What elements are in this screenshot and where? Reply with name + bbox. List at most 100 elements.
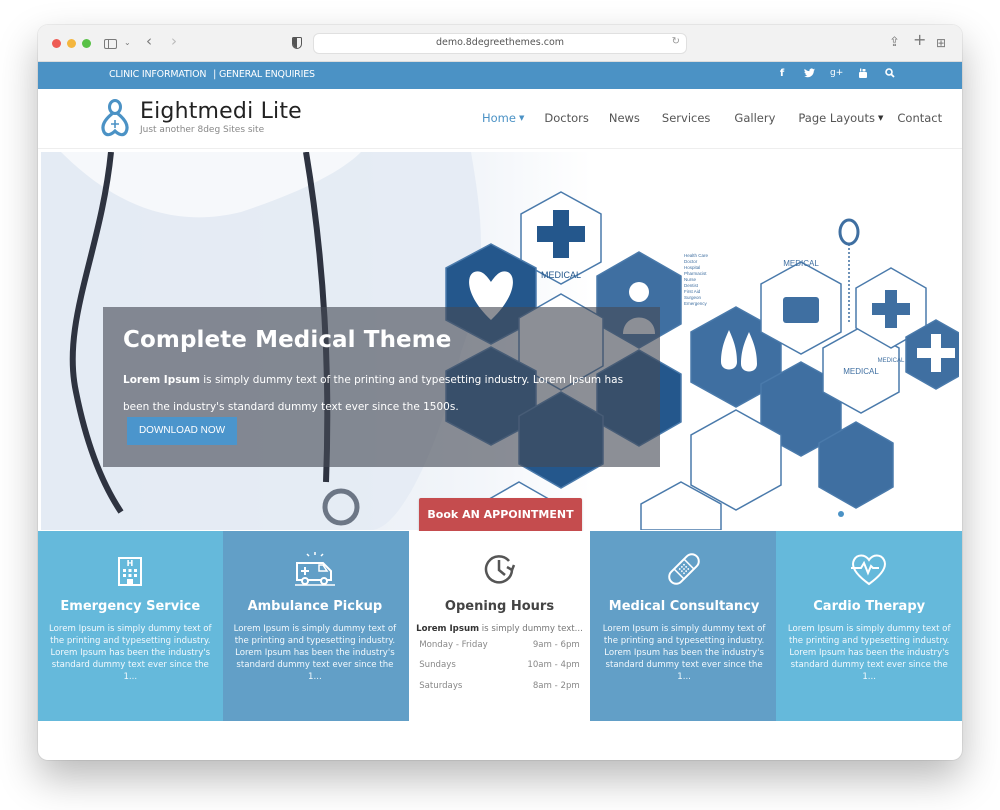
- close-window-button[interactable]: [52, 39, 61, 48]
- sidebar-toggle-icon[interactable]: [104, 39, 117, 49]
- service-text: Lorem Ipsum is simply dummy text of the …: [602, 624, 766, 682]
- hex-word: Nurse: [684, 277, 697, 282]
- site-title[interactable]: Eightmedi Lite: [140, 99, 302, 124]
- top-info-bar: CLINIC INFORMATION | GENERAL ENQUIRIES f…: [38, 62, 962, 89]
- hours-time: 10am - 4pm: [527, 660, 580, 670]
- hex-label: MEDICAL: [541, 270, 581, 280]
- hours-row: Monday - Friday 9am - 6pm: [419, 640, 580, 650]
- logo-icon[interactable]: [100, 98, 130, 138]
- hex-word: Surgeon: [684, 295, 702, 300]
- hero-text: Lorem Ipsum is simply dummy text of the …: [123, 367, 643, 421]
- hero-title: Complete Medical Theme: [123, 327, 452, 353]
- hours-row: Saturdays 8am - 2pm: [419, 681, 580, 691]
- service-title: Medical Consultancy: [608, 599, 760, 614]
- hours-time: 9am - 6pm: [532, 640, 580, 650]
- caret-down-icon: ▼: [518, 114, 525, 122]
- nav-label: Page Layouts: [798, 111, 875, 125]
- service-title: Ambulance Pickup: [247, 599, 383, 614]
- nav-label: News: [608, 111, 640, 125]
- hex-word: First Aid: [684, 289, 701, 294]
- chevron-down-icon[interactable]: ⌄: [124, 34, 131, 52]
- hours-day: Sundays: [419, 660, 456, 670]
- service-title: Cardio Therapy: [813, 599, 926, 614]
- nav-label: Doctors: [544, 111, 589, 125]
- clock-icon: [485, 555, 516, 584]
- hospital-icon: H: [118, 557, 143, 586]
- share-icon[interactable]: ⇪: [889, 34, 900, 52]
- nav-label: Home: [482, 111, 516, 125]
- nav-label: Gallery: [734, 111, 776, 125]
- hours-day: Saturdays: [419, 681, 463, 691]
- service-text: Lorem Ipsum is simply dummy text of the …: [233, 624, 397, 682]
- caret-down-icon: ▼: [877, 114, 884, 122]
- hours-intro-rest: is simply dummy text...: [479, 624, 583, 634]
- nav-label: Contact: [897, 111, 943, 125]
- general-enquiries-link[interactable]: | GENERAL ENQUIRIES: [213, 69, 315, 80]
- hero-text-bold: Lorem Ipsum: [123, 374, 200, 386]
- search-icon[interactable]: [884, 68, 896, 82]
- hex-label: MEDICAL: [878, 358, 905, 364]
- google-plus-icon[interactable]: g+: [830, 68, 843, 82]
- hex-word-list: Health Care Doctor Hospital Pharmacist N…: [684, 253, 709, 306]
- facebook-icon[interactable]: f: [776, 68, 788, 82]
- hex-word: Pharmacist: [684, 271, 707, 276]
- nav-item-services[interactable]: Services: [662, 111, 711, 125]
- youtube-icon[interactable]: [857, 68, 869, 82]
- service-card-ambulance[interactable]: Ambulance Pickup Lorem Ipsum is simply d…: [222, 531, 408, 721]
- hero-slider: MEDICAL MEDICAL MEDICAL MEDICAL MEDICAL …: [41, 152, 959, 530]
- hours-day: Monday - Friday: [419, 640, 488, 650]
- new-tab-icon[interactable]: +: [913, 31, 926, 49]
- service-card-opening-hours: Opening Hours Lorem Ipsum is simply dumm…: [407, 531, 592, 721]
- hex-label: MEDICAL: [783, 259, 819, 268]
- nav-label: Services: [661, 111, 711, 125]
- forward-icon[interactable]: ›: [171, 32, 177, 50]
- hours-row: Sundays 10am - 4pm: [419, 660, 580, 670]
- service-card-cardio[interactable]: Cardio Therapy Lorem Ipsum is simply dum…: [776, 531, 962, 721]
- nav-item-contact[interactable]: Contact: [897, 111, 942, 125]
- heartbeat-icon: [851, 554, 887, 586]
- nav-item-news[interactable]: News: [609, 111, 640, 125]
- url-text: demo.8degreethemes.com: [435, 37, 565, 48]
- service-text: Lorem Ipsum is simply dummy text of the …: [787, 624, 951, 682]
- service-card-consultancy[interactable]: Medical Consultancy Lorem Ipsum is simpl…: [591, 531, 777, 721]
- nav-item-doctors[interactable]: Doctors: [544, 111, 588, 125]
- site-tagline: Just another 8deg Sites site: [140, 125, 265, 135]
- service-title: Opening Hours: [444, 599, 555, 614]
- twitter-icon[interactable]: [803, 68, 815, 82]
- reload-icon[interactable]: ↻: [672, 36, 680, 47]
- slider-dot[interactable]: [838, 511, 844, 517]
- hex-word: Hospital: [684, 265, 700, 270]
- window-controls: [52, 39, 91, 48]
- hours-intro-bold: Lorem Ipsum: [416, 624, 480, 634]
- service-title: Emergency Service: [60, 599, 201, 614]
- svg-text:H: H: [127, 559, 134, 568]
- book-appointment-button[interactable]: Book AN APPOINTMENT: [419, 498, 582, 531]
- social-links: f g+: [776, 68, 896, 82]
- service-card-emergency[interactable]: H Emergency Service Lorem Ipsum is simpl…: [38, 531, 223, 721]
- hex-label: MEDICAL: [843, 367, 879, 376]
- hours-intro: Lorem Ipsum is simply dummy text...: [409, 624, 590, 634]
- browser-toolbar: ⌄ ‹ › demo.8degreethemes.com ↻ ⇪ + ⊞: [38, 25, 962, 62]
- site-header: Eightmedi Lite Just another 8deg Sites s…: [38, 89, 962, 149]
- service-text: Lorem Ipsum is simply dummy text of the …: [49, 624, 212, 682]
- nav-item-page-layouts[interactable]: Page Layouts ▼: [798, 111, 883, 125]
- address-bar[interactable]: demo.8degreethemes.com ↻: [313, 33, 687, 54]
- hex-word: Dentist: [684, 283, 699, 288]
- clinic-information-link[interactable]: CLINIC INFORMATION: [109, 69, 206, 80]
- tab-overview-icon[interactable]: ⊞: [936, 34, 946, 52]
- main-nav: Home ▼ Doctors News Services Gallery Page…: [482, 111, 962, 125]
- ambulance-icon: [294, 552, 335, 586]
- browser-window: ⌄ ‹ › demo.8degreethemes.com ↻ ⇪ + ⊞ CLI…: [38, 25, 962, 760]
- back-icon[interactable]: ‹: [146, 32, 152, 50]
- hex-word: Emergency: [684, 301, 708, 306]
- zoom-window-button[interactable]: [82, 39, 91, 48]
- download-now-button[interactable]: DOWNLOAD NOW: [127, 417, 237, 445]
- privacy-shield-icon[interactable]: [292, 37, 302, 49]
- hero-caption: Complete Medical Theme Lorem Ipsum is si…: [103, 307, 660, 467]
- hours-time: 8am - 2pm: [532, 681, 580, 691]
- hex-word: Health Care: [684, 253, 709, 258]
- hex-label: MEDICAL: [923, 400, 950, 406]
- nav-item-gallery[interactable]: Gallery: [734, 111, 775, 125]
- minimize-window-button[interactable]: [67, 39, 76, 48]
- nav-item-home[interactable]: Home ▼: [482, 111, 524, 125]
